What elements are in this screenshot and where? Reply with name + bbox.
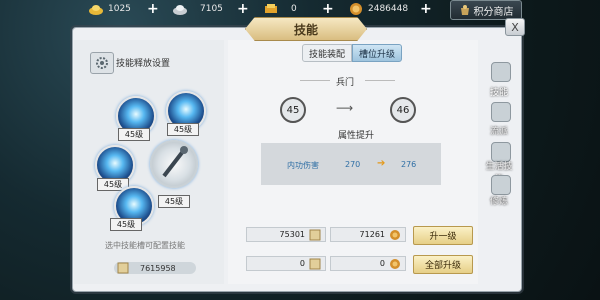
cost-coin-2: 0 [330, 256, 406, 271]
divider-right [365, 80, 395, 81]
skill-slot-selected-level: 45级 [158, 195, 190, 208]
panel-title: 技能 [245, 17, 367, 41]
attribute-next: 276 [401, 160, 417, 169]
ingot-currency: 0 [263, 1, 297, 17]
next-level: 46 [390, 97, 416, 123]
side-tab-cultivate[interactable]: 修炼 [484, 194, 514, 207]
coin-icon [350, 3, 362, 15]
side-tab-skill[interactable]: 技能 [484, 85, 514, 98]
skill-slot-5-level: 45级 [110, 218, 142, 231]
coin-icon [390, 259, 400, 269]
skill-points-bar: 7615958 [114, 262, 196, 274]
cost-scroll-2-value: 0 [299, 259, 305, 268]
arrow-right-icon: ⟶ [336, 101, 354, 115]
gold-ingot-icon [89, 5, 103, 15]
skill-release-settings-label: 技能释放设置 [116, 59, 171, 69]
add-coin-button[interactable]: + [420, 2, 432, 16]
upgrade-one-button[interactable]: 升一级 [413, 226, 473, 245]
silver-value: 7105 [200, 4, 223, 14]
gear-icon [96, 57, 108, 69]
cost-coin-2-value: 0 [379, 259, 385, 268]
attribute-title: 属性提升 [338, 131, 375, 141]
attribute-arrow-icon: ➔ [377, 158, 386, 169]
close-button[interactable]: X [505, 18, 525, 36]
current-level: 45 [280, 97, 306, 123]
side-tab-school[interactable]: 流派 [484, 124, 514, 137]
skill-points-value: 7615958 [140, 263, 176, 273]
scroll-icon [309, 258, 321, 270]
upgrade-all-button[interactable]: 全部升级 [413, 255, 473, 274]
school-tab-icon[interactable] [491, 102, 511, 122]
coin-icon [390, 230, 400, 240]
cost-coin-1: 71261 [330, 227, 406, 242]
settings-button[interactable] [90, 52, 114, 74]
skill-tab-icon[interactable] [491, 62, 511, 82]
tab-skill-equip[interactable]: 技能装配 [302, 44, 353, 62]
cultivate-tab-icon[interactable] [491, 175, 511, 195]
gold-currency: 1025 [88, 1, 131, 17]
skill-slot-1-level: 45级 [118, 128, 150, 141]
cost-coin-1-value: 71261 [359, 230, 385, 239]
points-shop-button[interactable]: 积分商店 [450, 0, 522, 20]
ingot-value: 0 [291, 4, 297, 14]
staff-weapon-icon [162, 146, 188, 178]
attribute-current: 270 [345, 160, 361, 169]
attribute-name: 内功伤害 [287, 161, 319, 170]
subtabs: 技能装配 槽位升级 [302, 44, 403, 62]
silver-currency: 7105 [172, 1, 223, 17]
cost-scroll-2: 0 [246, 256, 326, 271]
coin-currency: 2486448 [348, 1, 408, 17]
add-ingot-button[interactable]: + [322, 2, 334, 16]
bag-icon [460, 5, 469, 15]
configure-hint: 选中技能槽可配置技能 [105, 241, 185, 250]
cost-scroll-1: 75301 [246, 227, 326, 242]
add-silver-button[interactable]: + [237, 2, 249, 16]
divider-left [300, 80, 330, 81]
gold-bar-icon [265, 4, 277, 13]
tab-slot-upgrade[interactable]: 槽位升级 [352, 44, 403, 62]
coin-value: 2486448 [368, 4, 409, 14]
skill-slot-selected[interactable] [150, 140, 198, 188]
silver-ingot-icon [173, 5, 187, 15]
currency-bar: 1025 + 7105 + 0 + 2486448 + 积分商店 [0, 0, 600, 20]
gold-value: 1025 [108, 4, 131, 14]
skill-slot-2-level: 45级 [167, 123, 199, 136]
points-shop-label: 积分商店 [473, 6, 514, 18]
section-title: 兵门 [336, 78, 355, 88]
scroll-icon [117, 262, 129, 274]
cost-scroll-1-value: 75301 [279, 230, 305, 239]
scroll-icon [309, 229, 321, 241]
add-gold-button[interactable]: + [147, 2, 159, 16]
